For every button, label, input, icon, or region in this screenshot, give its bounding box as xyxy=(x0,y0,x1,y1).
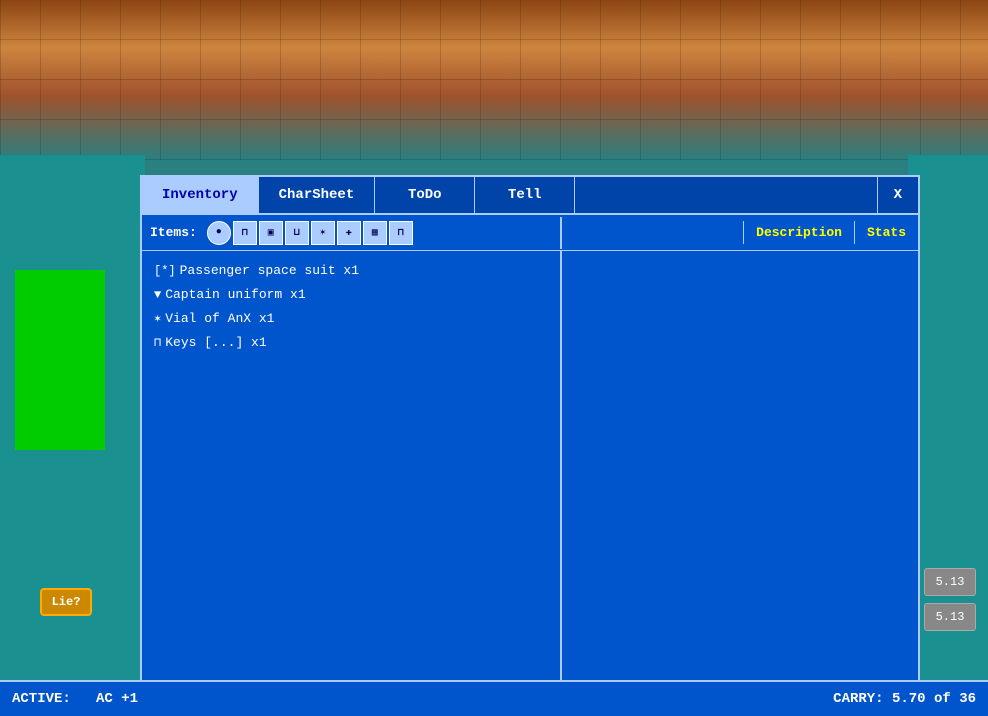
item-name-1: Captain uniform x1 xyxy=(165,283,305,307)
item-icon-0: [*] xyxy=(154,259,176,283)
tab-charsheet[interactable]: CharSheet xyxy=(259,177,376,213)
item-name-0: Passenger space suit x1 xyxy=(180,259,359,283)
tab-todo[interactable]: ToDo xyxy=(375,177,475,213)
filter-weapon[interactable]: ⊓ xyxy=(233,221,257,245)
filter-all[interactable]: ● xyxy=(207,221,231,245)
lie-button[interactable]: Lie? xyxy=(40,588,92,616)
active-label: ACTIVE: xyxy=(12,691,71,707)
side-number-2: 5.13 xyxy=(924,603,976,631)
side-number-1: 5.13 xyxy=(924,568,976,596)
background-right xyxy=(908,155,988,715)
items-list: [*] Passenger space suit x1 ▼ Captain un… xyxy=(142,251,560,693)
item-name-2: Vial of AnX x1 xyxy=(165,307,274,331)
list-item[interactable]: [*] Passenger space suit x1 xyxy=(154,259,548,283)
items-label: Items: xyxy=(150,225,197,240)
list-item[interactable]: ⊓ Keys [...] x1 xyxy=(154,331,548,355)
item-icon-2: ✶ xyxy=(154,307,161,331)
close-button[interactable]: X xyxy=(877,177,918,213)
background-top xyxy=(0,0,988,160)
filter-container[interactable]: ▦ xyxy=(363,221,387,245)
green-panel xyxy=(15,270,105,450)
filter-misc[interactable]: ✶ xyxy=(311,221,335,245)
tab-bar: Inventory CharSheet ToDo Tell X xyxy=(142,177,918,215)
inventory-window: Inventory CharSheet ToDo Tell X Items: ●… xyxy=(140,175,920,695)
tab-inventory[interactable]: Inventory xyxy=(142,177,259,213)
status-bar: ACTIVE: AC +1 CARRY: 5.70 of 36 xyxy=(0,680,988,716)
filter-key[interactable]: ⊓ xyxy=(389,221,413,245)
filter-clothing[interactable]: ⊔ xyxy=(285,221,309,245)
content-area: [*] Passenger space suit x1 ▼ Captain un… xyxy=(142,251,918,693)
right-controls: Description Stats xyxy=(562,221,918,244)
filter-tool[interactable]: ✚ xyxy=(337,221,361,245)
carry-status: CARRY: 5.70 of 36 xyxy=(833,691,976,707)
list-item[interactable]: ▼ Captain uniform x1 xyxy=(154,283,548,307)
active-value: AC +1 xyxy=(96,691,138,707)
left-controls: Items: ● ⊓ ▣ ⊔ ✶ ✚ ▦ ⊓ xyxy=(142,217,562,249)
stats-tab[interactable]: Stats xyxy=(854,221,918,244)
active-status: ACTIVE: AC +1 xyxy=(12,691,138,707)
list-item[interactable]: ✶ Vial of AnX x1 xyxy=(154,307,548,331)
controls-row: Items: ● ⊓ ▣ ⊔ ✶ ✚ ▦ ⊓ Description Stats xyxy=(142,215,918,251)
filter-armor[interactable]: ▣ xyxy=(259,221,283,245)
item-name-3: Keys [...] x1 xyxy=(165,331,266,355)
items-panel: [*] Passenger space suit x1 ▼ Captain un… xyxy=(142,251,562,693)
description-panel xyxy=(562,251,918,693)
background: Lie? 5.13 5.13 Inventory CharSheet ToDo … xyxy=(0,0,988,716)
item-icon-3: ⊓ xyxy=(154,331,161,355)
item-icon-1: ▼ xyxy=(154,283,161,307)
tab-tell[interactable]: Tell xyxy=(475,177,575,213)
description-tab[interactable]: Description xyxy=(743,221,854,244)
